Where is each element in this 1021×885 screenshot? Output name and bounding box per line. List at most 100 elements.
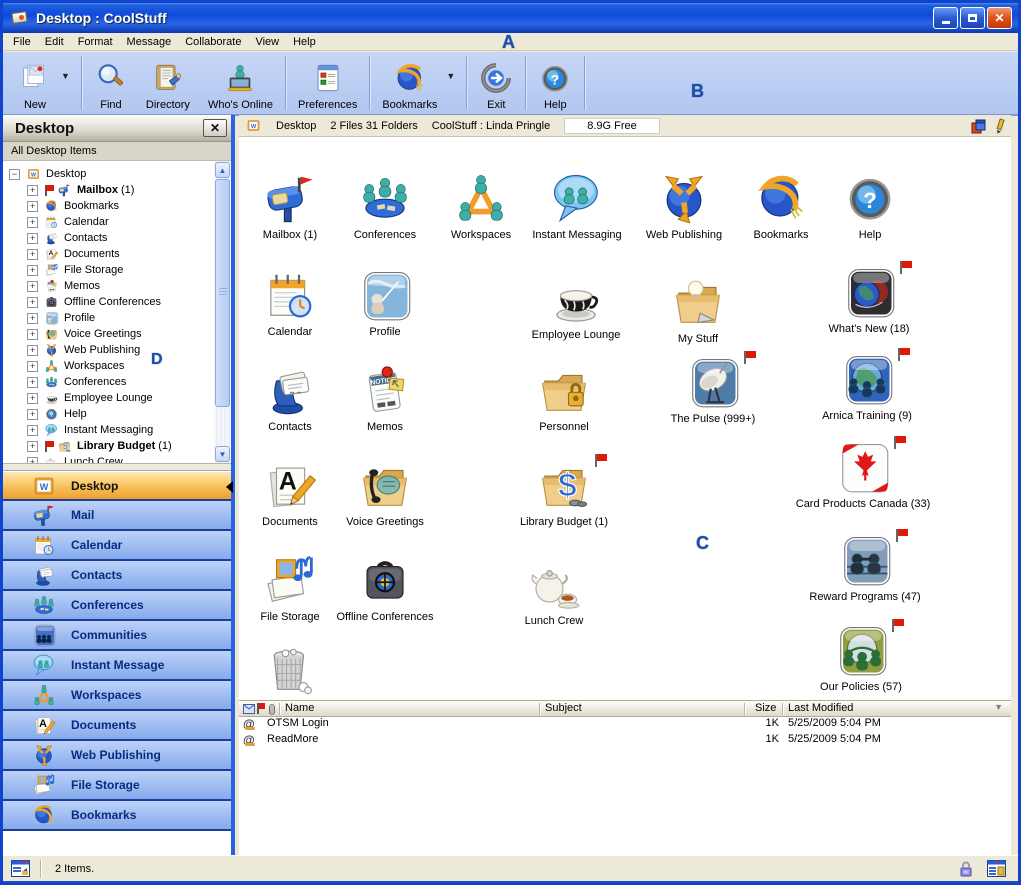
- desktop-item-my-stuff[interactable]: My Stuff: [643, 275, 753, 345]
- sidebar-item-web-publishing[interactable]: Web Publishing: [3, 741, 231, 771]
- menu-help[interactable]: Help: [288, 34, 325, 50]
- scroll-thumb[interactable]: [215, 179, 230, 407]
- tree-item-mailbox[interactable]: +Mailbox(1): [3, 182, 134, 198]
- toolbar-preferences-button[interactable]: Preferences: [289, 52, 366, 114]
- sidebar-item-mail[interactable]: Mail: [3, 501, 231, 531]
- desktop-item-voice-greetings[interactable]: Voice Greetings: [330, 458, 440, 528]
- maximize-button[interactable]: [960, 7, 985, 29]
- sort-arrow-icon[interactable]: ▼: [994, 702, 1003, 712]
- menu-message[interactable]: Message: [122, 34, 181, 50]
- column-last-modified[interactable]: Last Modified: [788, 702, 853, 714]
- desktop-item-help[interactable]: ?Help: [815, 171, 925, 241]
- panel-close-button[interactable]: ✕: [203, 119, 227, 137]
- column-name[interactable]: Name: [285, 702, 314, 714]
- split-view-icon[interactable]: [971, 119, 986, 134]
- tree-item-desktop[interactable]: −WDesktop: [3, 166, 86, 182]
- desktop-item-the-pulse-999[interactable]: The Pulse (999+): [658, 355, 768, 425]
- desktop-item-offline-conferences[interactable]: Offline Conferences: [330, 553, 440, 623]
- toolbar-find-button[interactable]: Find: [85, 52, 137, 114]
- expand-box[interactable]: +: [27, 233, 38, 244]
- desktop-item-instant-messaging[interactable]: Instant Messaging: [522, 171, 632, 241]
- column-subject[interactable]: Subject: [545, 702, 582, 714]
- expand-box[interactable]: +: [27, 201, 38, 212]
- toolbar-directory-button[interactable]: Directory: [137, 52, 199, 114]
- sidebar-item-instant-message[interactable]: Instant Message: [3, 651, 231, 681]
- desktop-item-library-budget-1[interactable]: $Library Budget (1): [509, 458, 619, 528]
- tree-item-documents[interactable]: +ADocuments: [3, 246, 120, 262]
- expand-box[interactable]: +: [27, 313, 38, 324]
- title-bar[interactable]: Desktop : CoolStuff ✕: [3, 3, 1018, 33]
- tree-item-instant-messaging[interactable]: +Instant Messaging: [3, 422, 153, 438]
- desktop-item-conferences[interactable]: Conferences: [330, 171, 440, 241]
- close-button[interactable]: ✕: [987, 7, 1012, 29]
- expand-box[interactable]: +: [27, 409, 38, 420]
- scroll-up-button[interactable]: ▲: [215, 162, 230, 178]
- scroll-down-button[interactable]: ▼: [215, 446, 230, 462]
- tree-item-calendar[interactable]: +Calendar: [3, 214, 109, 230]
- column-size[interactable]: Size: [755, 702, 776, 714]
- tree-item-library-budget[interactable]: +$Library Budget(1): [3, 438, 172, 454]
- tree-scrollbar[interactable]: ▲ ▼: [214, 161, 231, 463]
- expand-box[interactable]: +: [27, 457, 38, 464]
- panel-toggle-icon[interactable]: [11, 860, 30, 877]
- desktop-item-arnica-training-9[interactable]: Arnica Training (9): [812, 352, 922, 422]
- expand-box[interactable]: +: [27, 185, 38, 196]
- sidebar-item-documents[interactable]: ADocuments: [3, 711, 231, 741]
- desktop-item-reward-programs-47[interactable]: Reward Programs (47): [810, 533, 920, 603]
- expand-box[interactable]: +: [27, 265, 38, 276]
- collapse-box[interactable]: −: [9, 169, 20, 180]
- tree-item-web-publishing[interactable]: +Web Publishing: [3, 342, 140, 358]
- expand-box[interactable]: +: [27, 425, 38, 436]
- desktop-item-web-publishing[interactable]: Web Publishing: [629, 171, 739, 241]
- expand-box[interactable]: +: [27, 377, 38, 388]
- desktop-item-trash-can[interactable]: Trash Can: [239, 642, 345, 700]
- toolbar-bookmarks-button[interactable]: Bookmarks: [373, 52, 446, 114]
- tree-item-contacts[interactable]: +Contacts: [3, 230, 107, 246]
- desktop-item-personnel[interactable]: Personnel: [509, 363, 619, 433]
- tree-item-offline-conferences[interactable]: +Offline Conferences: [3, 294, 161, 310]
- tree-item-voice-greetings[interactable]: +Voice Greetings: [3, 326, 142, 342]
- toolbar-exit-button[interactable]: Exit: [470, 52, 522, 114]
- desktop-item-memos[interactable]: NOTICEMemos: [330, 363, 440, 433]
- expand-box[interactable]: +: [27, 361, 38, 372]
- sidebar-item-conferences[interactable]: Conferences: [3, 591, 231, 621]
- expand-box[interactable]: +: [27, 441, 38, 452]
- sidebar-item-bookmarks[interactable]: Bookmarks: [3, 801, 231, 831]
- minimize-button[interactable]: [933, 7, 958, 29]
- tree-item-lunch-crew[interactable]: +Lunch Crew: [3, 454, 123, 463]
- desktop-item-our-policies-57[interactable]: Our Policies (57): [806, 623, 916, 693]
- menu-edit[interactable]: Edit: [40, 34, 73, 50]
- tree-item-file-storage[interactable]: +File Storage: [3, 262, 123, 278]
- edit-pencil-icon[interactable]: [994, 118, 1005, 134]
- message-column-icon[interactable]: [243, 704, 255, 714]
- desktop-item-what-s-new-18[interactable]: What's New (18): [814, 265, 924, 335]
- tree-item-bookmarks[interactable]: +Bookmarks: [3, 198, 119, 214]
- tree-item-help[interactable]: +?Help: [3, 406, 87, 422]
- toolbar-new-button[interactable]: New: [9, 52, 61, 114]
- sidebar-item-desktop[interactable]: WDesktop: [3, 471, 231, 501]
- menu-view[interactable]: View: [250, 34, 288, 50]
- desktop-item-workspaces[interactable]: Workspaces: [426, 171, 536, 241]
- flag-column-icon[interactable]: [257, 703, 265, 714]
- expand-box[interactable]: +: [27, 281, 38, 292]
- view-options-icon[interactable]: [987, 860, 1006, 877]
- expand-box[interactable]: +: [27, 297, 38, 308]
- sidebar-item-workspaces[interactable]: Workspaces: [3, 681, 231, 711]
- menu-format[interactable]: Format: [73, 34, 122, 50]
- toolbar-bookmarks-dropdown-arrow[interactable]: ▼: [446, 52, 463, 114]
- desktop-item-profile[interactable]: Profile: [330, 268, 440, 338]
- toolbar-who-s-online-button[interactable]: Who's Online: [199, 52, 282, 114]
- list-row-otsm-login[interactable]: @OTSM Login1K5/25/2009 5:04 PM: [239, 717, 1011, 733]
- tree-item-workspaces[interactable]: +Workspaces: [3, 358, 124, 374]
- sidebar-item-communities[interactable]: Communities: [3, 621, 231, 651]
- desktop-item-lunch-crew[interactable]: Lunch Crew: [499, 557, 609, 627]
- filter-bar[interactable]: All Desktop Items: [3, 142, 231, 161]
- tree-item-profile[interactable]: +Profile: [3, 310, 95, 326]
- sidebar-item-file-storage[interactable]: File Storage: [3, 771, 231, 801]
- tree-item-conferences[interactable]: +Conferences: [3, 374, 126, 390]
- tree-item-memos[interactable]: +NOTICEMemos: [3, 278, 100, 294]
- attachment-column-icon[interactable]: [268, 703, 276, 716]
- expand-box[interactable]: +: [27, 329, 38, 340]
- sidebar-item-contacts[interactable]: Contacts: [3, 561, 231, 591]
- toolbar-new-dropdown-arrow[interactable]: ▼: [61, 52, 78, 114]
